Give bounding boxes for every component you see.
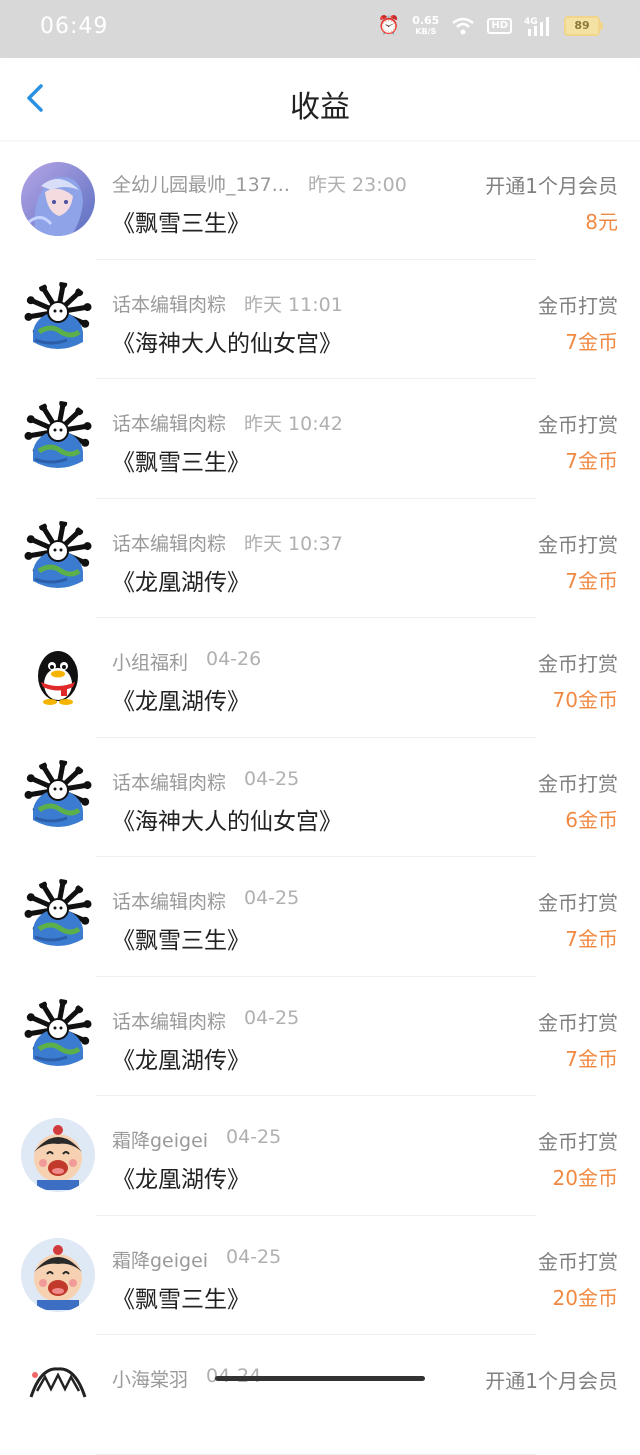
status-bar: 06:49 ⏰ 0.65 KB/S HD 4G 89 bbox=[0, 0, 640, 58]
list-item[interactable]: 霜降geigei 04-25 金币打赏《飘雪三生》 20金币 bbox=[0, 1216, 640, 1335]
timestamp: 04-25 bbox=[226, 1245, 282, 1268]
user-name[interactable]: 霜降geigei bbox=[112, 1246, 208, 1273]
user-name[interactable]: 话本编辑肉粽 bbox=[112, 1007, 226, 1034]
earning-type: 金币打赏 bbox=[538, 293, 618, 318]
user-name[interactable]: 小海棠羽 bbox=[112, 1365, 188, 1392]
home-indicator[interactable] bbox=[215, 1376, 425, 1381]
earning-type: 金币打赏 bbox=[538, 1130, 618, 1154]
book-title: 《飘雪三生》 bbox=[112, 928, 250, 954]
timestamp: 04-25 bbox=[244, 887, 300, 909]
earning-type: 金币打赏 bbox=[538, 1010, 618, 1035]
timestamp: 04-25 bbox=[244, 767, 300, 790]
avatar[interactable] bbox=[21, 879, 95, 953]
list-item[interactable]: 话本编辑肉粽 昨天 10:37 金币打赏《龙凰湖传》 7金币 bbox=[0, 499, 640, 618]
svg-text:4G: 4G bbox=[524, 17, 538, 27]
timestamp: 04-26 bbox=[206, 648, 262, 670]
user-name[interactable]: 话本编辑肉粽 bbox=[112, 768, 226, 795]
nav-bar: 收益 bbox=[0, 58, 640, 140]
user-name[interactable]: 话本编辑肉粽 bbox=[112, 290, 226, 317]
user-name[interactable]: 话本编辑肉粽 bbox=[112, 409, 226, 436]
avatar[interactable] bbox=[21, 1118, 95, 1192]
book-title: 《飘雪三生》 bbox=[112, 211, 250, 237]
earning-amount: 7金币 bbox=[565, 927, 618, 951]
list-item[interactable]: 话本编辑肉粽 04-25 金币打赏《龙凰湖传》 7金币 bbox=[0, 977, 640, 1096]
list-item[interactable]: 小组福利 04-26 金币打赏《龙凰湖传》 70金币 bbox=[0, 618, 640, 738]
list-item[interactable]: 话本编辑肉粽 昨天 10:42 金币打赏《飘雪三生》 7金币 bbox=[0, 379, 640, 499]
user-name[interactable]: 话本编辑肉粽 bbox=[112, 887, 226, 914]
signal-icon: 4G bbox=[524, 17, 549, 36]
timestamp: 昨天 10:42 bbox=[244, 413, 343, 435]
earning-type: 金币打赏 bbox=[538, 652, 618, 676]
avatar[interactable] bbox=[21, 640, 95, 714]
earning-type: 金币打赏 bbox=[538, 891, 618, 915]
earning-type: 开通1个月会员 bbox=[485, 174, 618, 198]
avatar[interactable] bbox=[21, 759, 95, 834]
earning-type: 金币打赏 bbox=[538, 771, 618, 796]
user-name[interactable]: 霜降geigei bbox=[112, 1126, 208, 1153]
earning-type: 金币打赏 bbox=[538, 532, 618, 557]
book-title: 《飘雪三生》 bbox=[112, 450, 250, 476]
list-item[interactable]: 话本编辑肉粽 04-25 金币打赏《飘雪三生》 7金币 bbox=[0, 857, 640, 977]
book-title: 《龙凰湖传》 bbox=[112, 689, 250, 715]
avatar[interactable] bbox=[21, 401, 95, 475]
book-title: 《飘雪三生》 bbox=[112, 1286, 250, 1313]
earning-amount: 70金币 bbox=[552, 688, 618, 712]
list-item[interactable]: 全幼儿园最帅_137... 昨天 23:00 开通1个月会员《飘雪三生》 8元 bbox=[0, 140, 640, 260]
list-item[interactable]: 话本编辑肉粽 04-25 金币打赏《海神大人的仙女宫》 6金币 bbox=[0, 738, 640, 857]
wifi-icon bbox=[452, 17, 475, 35]
timestamp: 昨天 23:00 bbox=[308, 174, 407, 196]
earning-amount: 7金币 bbox=[565, 568, 618, 593]
status-icons: ⏰ 0.65 KB/S HD 4G 89 bbox=[377, 14, 603, 37]
battery-icon: 89 bbox=[564, 16, 603, 36]
avatar[interactable] bbox=[21, 1237, 95, 1312]
book-title: 《龙凰湖传》 bbox=[112, 1167, 250, 1193]
earnings-list: 全幼儿园最帅_137... 昨天 23:00 开通1个月会员 《飘雪三生》 8元 话本编… bbox=[0, 140, 640, 1455]
book-title: 《龙凰湖传》 bbox=[112, 569, 250, 596]
book-title: 《龙凰湖传》 bbox=[112, 1047, 250, 1074]
avatar[interactable] bbox=[21, 520, 95, 595]
row-divider bbox=[96, 1453, 536, 1455]
book-title: 《海神大人的仙女宫》 bbox=[112, 330, 342, 357]
network-speed: 0.65 KB/S bbox=[412, 14, 440, 36]
list-item[interactable]: 霜降geigei 04-25 金币打赏《龙凰湖传》 20金币 bbox=[0, 1096, 640, 1216]
hd-icon: HD bbox=[487, 18, 512, 34]
alarm-icon: ⏰ bbox=[377, 15, 401, 36]
user-name[interactable]: 小组福利 bbox=[112, 648, 188, 675]
list-item[interactable]: 小海棠羽04-24开通1个月会员 bbox=[0, 1335, 640, 1455]
timestamp: 昨天 11:01 bbox=[244, 293, 343, 316]
timestamp: 昨天 10:37 bbox=[244, 532, 343, 555]
earning-type: 开通1个月会员 bbox=[485, 1369, 618, 1393]
avatar[interactable] bbox=[21, 1357, 95, 1431]
earning-amount: 20金币 bbox=[552, 1285, 618, 1310]
earning-amount: 7金币 bbox=[565, 449, 618, 473]
avatar[interactable] bbox=[21, 998, 95, 1073]
list-item[interactable]: 话本编辑肉粽 昨天 11:01 金币打赏《海神大人的仙女宫》 7金币 bbox=[0, 260, 640, 379]
user-name[interactable]: 全幼儿园最帅_137... bbox=[112, 170, 290, 197]
earning-amount: 8元 bbox=[585, 210, 618, 234]
user-name[interactable]: 话本编辑肉粽 bbox=[112, 529, 226, 556]
earning-amount: 20金币 bbox=[552, 1166, 618, 1190]
earning-amount: 7金币 bbox=[565, 329, 618, 354]
earning-type: 金币打赏 bbox=[538, 413, 618, 437]
earning-amount: 7金币 bbox=[565, 1046, 618, 1071]
avatar[interactable] bbox=[21, 281, 95, 356]
page-title: 收益 bbox=[290, 90, 350, 125]
timestamp: 04-25 bbox=[244, 1006, 300, 1029]
timestamp: 04-25 bbox=[226, 1126, 282, 1148]
book-title: 《海神大人的仙女宫》 bbox=[112, 808, 342, 835]
earning-type: 金币打赏 bbox=[538, 1249, 618, 1274]
earning-amount: 6金币 bbox=[565, 807, 618, 832]
avatar[interactable] bbox=[21, 162, 95, 236]
clock: 06:49 bbox=[40, 14, 109, 39]
